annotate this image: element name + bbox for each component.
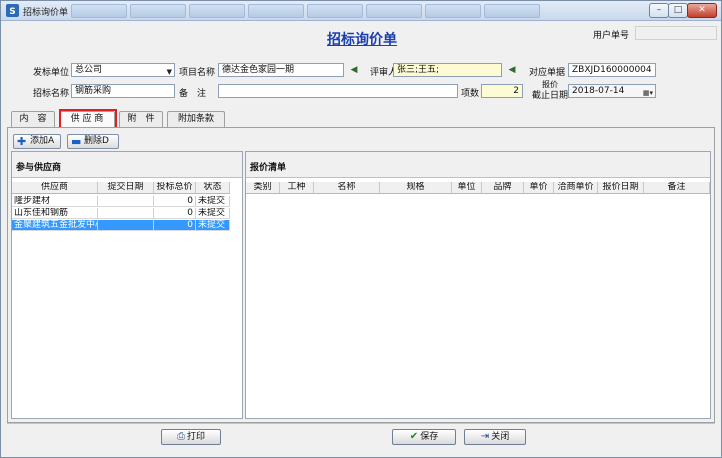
task-chip [248, 4, 304, 18]
tab-strip: 内 容 供 应 商 附 件 附加条款 [7, 109, 717, 129]
add-supplier-button[interactable]: ✚ 添加A [13, 134, 61, 149]
task-chip [307, 4, 363, 18]
cell-status: 未提交 [196, 220, 230, 231]
col-header-submit-date[interactable]: 提交日期 [98, 182, 154, 193]
remark-label: 备 注 [179, 89, 207, 99]
main-window: S 招标询价单 – □ ✕ 招标询价单 用户单号 发标单位 总公司 ▼ 项目名称… [0, 0, 722, 458]
issuer-value: 总公司 [75, 65, 103, 75]
col-header-negotiated-price[interactable]: 洽商单价 [554, 182, 598, 193]
app-logo-icon: S [6, 4, 19, 17]
action-bar [7, 423, 715, 453]
checkmark-icon: ✔ [409, 431, 419, 442]
ref-doc-field[interactable]: ZBXJD160000004 [568, 63, 656, 77]
bid-name-label: 招标名称 [33, 89, 70, 99]
quote-list-pane: 报价清单 类别 工种 名称 规格 单位 品牌 单价 洽商单价 报价日期 备注 [245, 151, 711, 419]
col-header-category[interactable]: 类别 [246, 182, 280, 193]
suppliers-pane-title: 参与供应商 [12, 152, 242, 178]
close-label: 关闭 [491, 432, 510, 442]
cell-date [98, 196, 154, 207]
col-header-trade[interactable]: 工种 [280, 182, 314, 193]
delete-supplier-button[interactable]: ▬ 删除D [67, 134, 119, 149]
deadline-date-picker[interactable]: 2018-07-14 ▦▾ [568, 84, 656, 98]
printer-icon: ⎙ [176, 431, 185, 442]
task-chip [130, 4, 186, 18]
pick-project-icon[interactable]: ◀ [348, 66, 360, 75]
save-button[interactable]: ✔ 保存 [392, 429, 456, 445]
remark-field[interactable] [218, 84, 458, 98]
cell-total: 0 [154, 220, 196, 231]
tab-content[interactable]: 内 容 [11, 111, 55, 127]
col-header-name[interactable]: 名称 [314, 182, 380, 193]
items-count-label: 项数 [461, 89, 480, 99]
title-bar[interactable]: S 招标询价单 – □ ✕ [1, 1, 721, 21]
svg-text:S: S [9, 7, 15, 17]
col-header-unit[interactable]: 单位 [452, 182, 482, 193]
print-label: 打印 [186, 432, 205, 442]
col-header-status[interactable]: 状态 [196, 182, 230, 193]
project-label: 项目名称 [179, 68, 216, 78]
minimize-button[interactable]: – [649, 3, 669, 18]
col-header-brand[interactable]: 品牌 [482, 182, 524, 193]
quote-grid-header: 类别 工种 名称 规格 单位 品牌 单价 洽商单价 报价日期 备注 [246, 182, 710, 194]
pick-reviewer-icon[interactable]: ◀ [506, 66, 518, 75]
delete-button-label: 删除D [84, 136, 109, 146]
table-row[interactable]: 山东佳和钢筋 0 未提交 [12, 208, 230, 219]
issuer-select[interactable]: 总公司 ▼ [71, 63, 175, 77]
calendar-dropdown-icon: ▦▾ [642, 89, 653, 97]
suppliers-grid-header: 供应商 提交日期 投标总价 状态 [12, 182, 230, 194]
cell-date [98, 220, 154, 231]
task-chip [484, 4, 540, 18]
tab-extra-terms[interactable]: 附加条款 [167, 111, 225, 127]
plus-icon: ✚ [17, 135, 27, 148]
project-name-field[interactable]: 德达金色家园一期 [218, 63, 344, 77]
exit-door-icon: ⇥ [480, 431, 490, 442]
table-row-selected[interactable]: 金聚建筑五金批发中心 0 未提交 [12, 220, 230, 231]
reviewer-field[interactable]: 张三;王五; [393, 63, 502, 77]
maximize-button[interactable]: □ [668, 3, 688, 18]
header-form: 招标询价单 用户单号 发标单位 总公司 ▼ 项目名称 德达金色家园一期 ◀ 评审… [7, 23, 717, 109]
col-header-spec[interactable]: 规格 [380, 182, 452, 193]
col-header-remark[interactable]: 备注 [644, 182, 710, 193]
col-header-supplier[interactable]: 供应商 [12, 182, 98, 193]
suppliers-pane: 参与供应商 供应商 提交日期 投标总价 状态 隆步建材 0 未提交 山东佳和钢筋… [11, 151, 243, 419]
task-chip [425, 4, 481, 18]
bid-name-field[interactable]: 钢筋采购 [71, 84, 175, 98]
tab-attachments[interactable]: 附 件 [119, 111, 163, 127]
cell-status: 未提交 [196, 196, 230, 207]
save-label: 保存 [420, 432, 439, 442]
tab-highlight-box [59, 109, 117, 129]
close-button[interactable]: ⇥ 关闭 [464, 429, 526, 445]
deadline-value: 2018-07-14 [572, 86, 625, 96]
cell-date [98, 208, 154, 219]
page-title: 招标询价单 [327, 32, 397, 48]
cell-total: 0 [154, 208, 196, 219]
task-chip [189, 4, 245, 18]
add-button-label: 添加A [30, 136, 55, 146]
cell-supplier: 山东佳和钢筋 [12, 208, 98, 219]
quote-pane-title: 报价清单 [246, 152, 710, 178]
close-window-button[interactable]: ✕ [687, 3, 717, 18]
print-button[interactable]: ⎙ 打印 [161, 429, 221, 445]
cell-supplier: 金聚建筑五金批发中心 [12, 220, 98, 231]
table-row[interactable]: 隆步建材 0 未提交 [12, 196, 230, 207]
chevron-down-icon: ▼ [166, 68, 172, 76]
user-no-field[interactable] [635, 26, 717, 40]
ref-doc-label: 对应单据 [529, 68, 566, 78]
cell-supplier: 隆步建材 [12, 196, 98, 207]
cell-total: 0 [154, 196, 196, 207]
issuer-label: 发标单位 [33, 68, 70, 78]
deadline-label-bottom: 截止日期 [532, 91, 569, 101]
blurred-task-strip [71, 4, 571, 18]
user-no-label: 用户单号 [593, 31, 630, 41]
window-title: 招标询价单 [23, 8, 69, 18]
col-header-unit-price[interactable]: 单价 [524, 182, 554, 193]
cell-status: 未提交 [196, 208, 230, 219]
minus-icon: ▬ [71, 135, 82, 148]
task-chip [71, 4, 127, 18]
col-header-total[interactable]: 投标总价 [154, 182, 196, 193]
task-chip [366, 4, 422, 18]
items-count-field: 2 [481, 84, 523, 98]
col-header-quote-date[interactable]: 报价日期 [598, 182, 644, 193]
